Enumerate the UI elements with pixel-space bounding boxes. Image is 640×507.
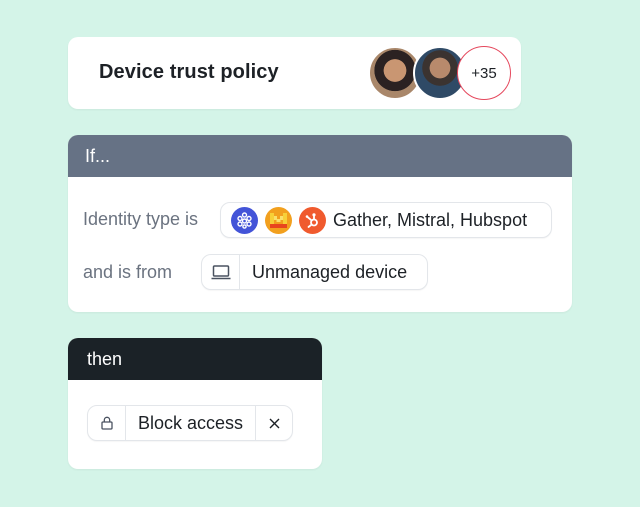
policy-title: Device trust policy [99,61,279,83]
if-condition-card: If... Identity type is Gather, Mistral, … [68,135,572,312]
gather-icon [231,206,258,234]
laptop-icon [202,255,240,289]
device-source-selector[interactable]: Unmanaged device [201,254,428,290]
identity-type-selector[interactable]: Gather, Mistral, Hubspot [220,202,552,238]
identity-type-label: Identity type is [83,209,199,229]
mistral-icon [265,206,292,234]
policy-header-card: Device trust policy +35 [68,37,521,109]
action-value: Block access [138,412,244,433]
then-action-card: then Block access [68,338,322,469]
close-icon [269,418,280,428]
identity-type-value: Gather, Mistral, Hubspot [333,209,528,230]
hubspot-icon [299,206,326,234]
lock-icon [88,406,126,440]
then-header: then [68,338,322,380]
action-chip[interactable]: Block access [87,405,293,441]
device-source-value: Unmanaged device [252,261,408,282]
more-members-count[interactable]: +35 [457,46,511,100]
if-header: If... [68,135,572,177]
device-source-label: and is from [83,262,173,282]
remove-action-button[interactable] [256,406,292,440]
action-value-wrap: Block access [126,406,257,440]
